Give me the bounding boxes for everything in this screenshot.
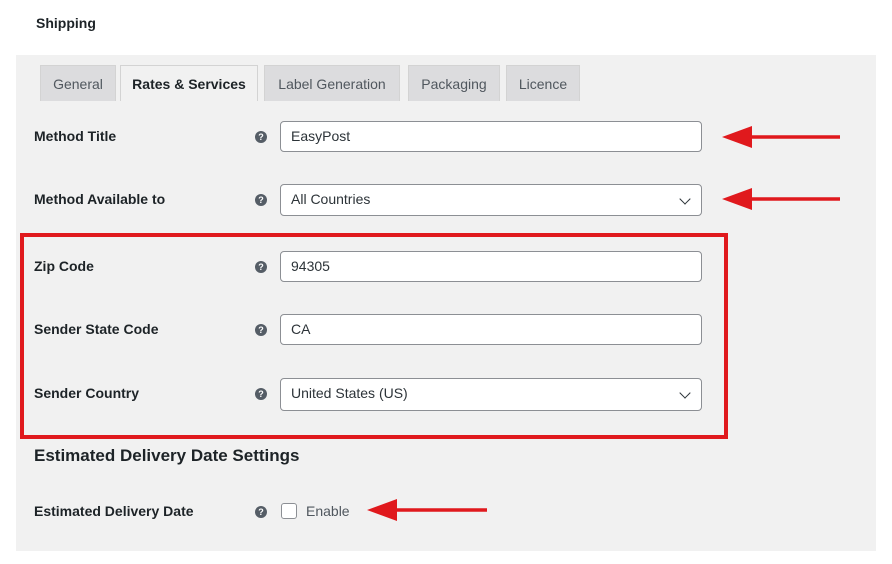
method-available-value: All Countries [291, 191, 371, 207]
question-icon[interactable]: ? [255, 506, 267, 518]
page-title: Shipping [36, 15, 96, 31]
question-icon[interactable]: ? [255, 131, 267, 143]
enable-checkbox[interactable] [281, 503, 297, 519]
section-title: Estimated Delivery Date Settings [34, 446, 300, 465]
tab-packaging[interactable]: Packaging [408, 65, 500, 101]
method-title-input[interactable]: EasyPost [280, 121, 702, 152]
method-title-label: Method Title [34, 128, 117, 144]
arrow-left-icon [722, 188, 840, 210]
enable-checkbox-label[interactable]: Enable [306, 503, 350, 519]
question-icon[interactable]: ? [255, 194, 267, 206]
tab-licence[interactable]: Licence [506, 65, 580, 101]
tab-label-generation[interactable]: Label Generation [264, 65, 400, 101]
tab-rates-services[interactable]: Rates & Services [120, 65, 258, 101]
annotation-highlight-box [20, 233, 728, 439]
arrow-left-icon [722, 126, 840, 148]
method-available-label: Method Available to [34, 191, 166, 207]
arrow-left-icon [367, 499, 487, 521]
estimated-delivery-label: Estimated Delivery Date [34, 503, 194, 519]
tab-general[interactable]: General [40, 65, 116, 101]
chevron-down-icon [679, 193, 691, 205]
method-available-select[interactable]: All Countries [280, 184, 702, 216]
